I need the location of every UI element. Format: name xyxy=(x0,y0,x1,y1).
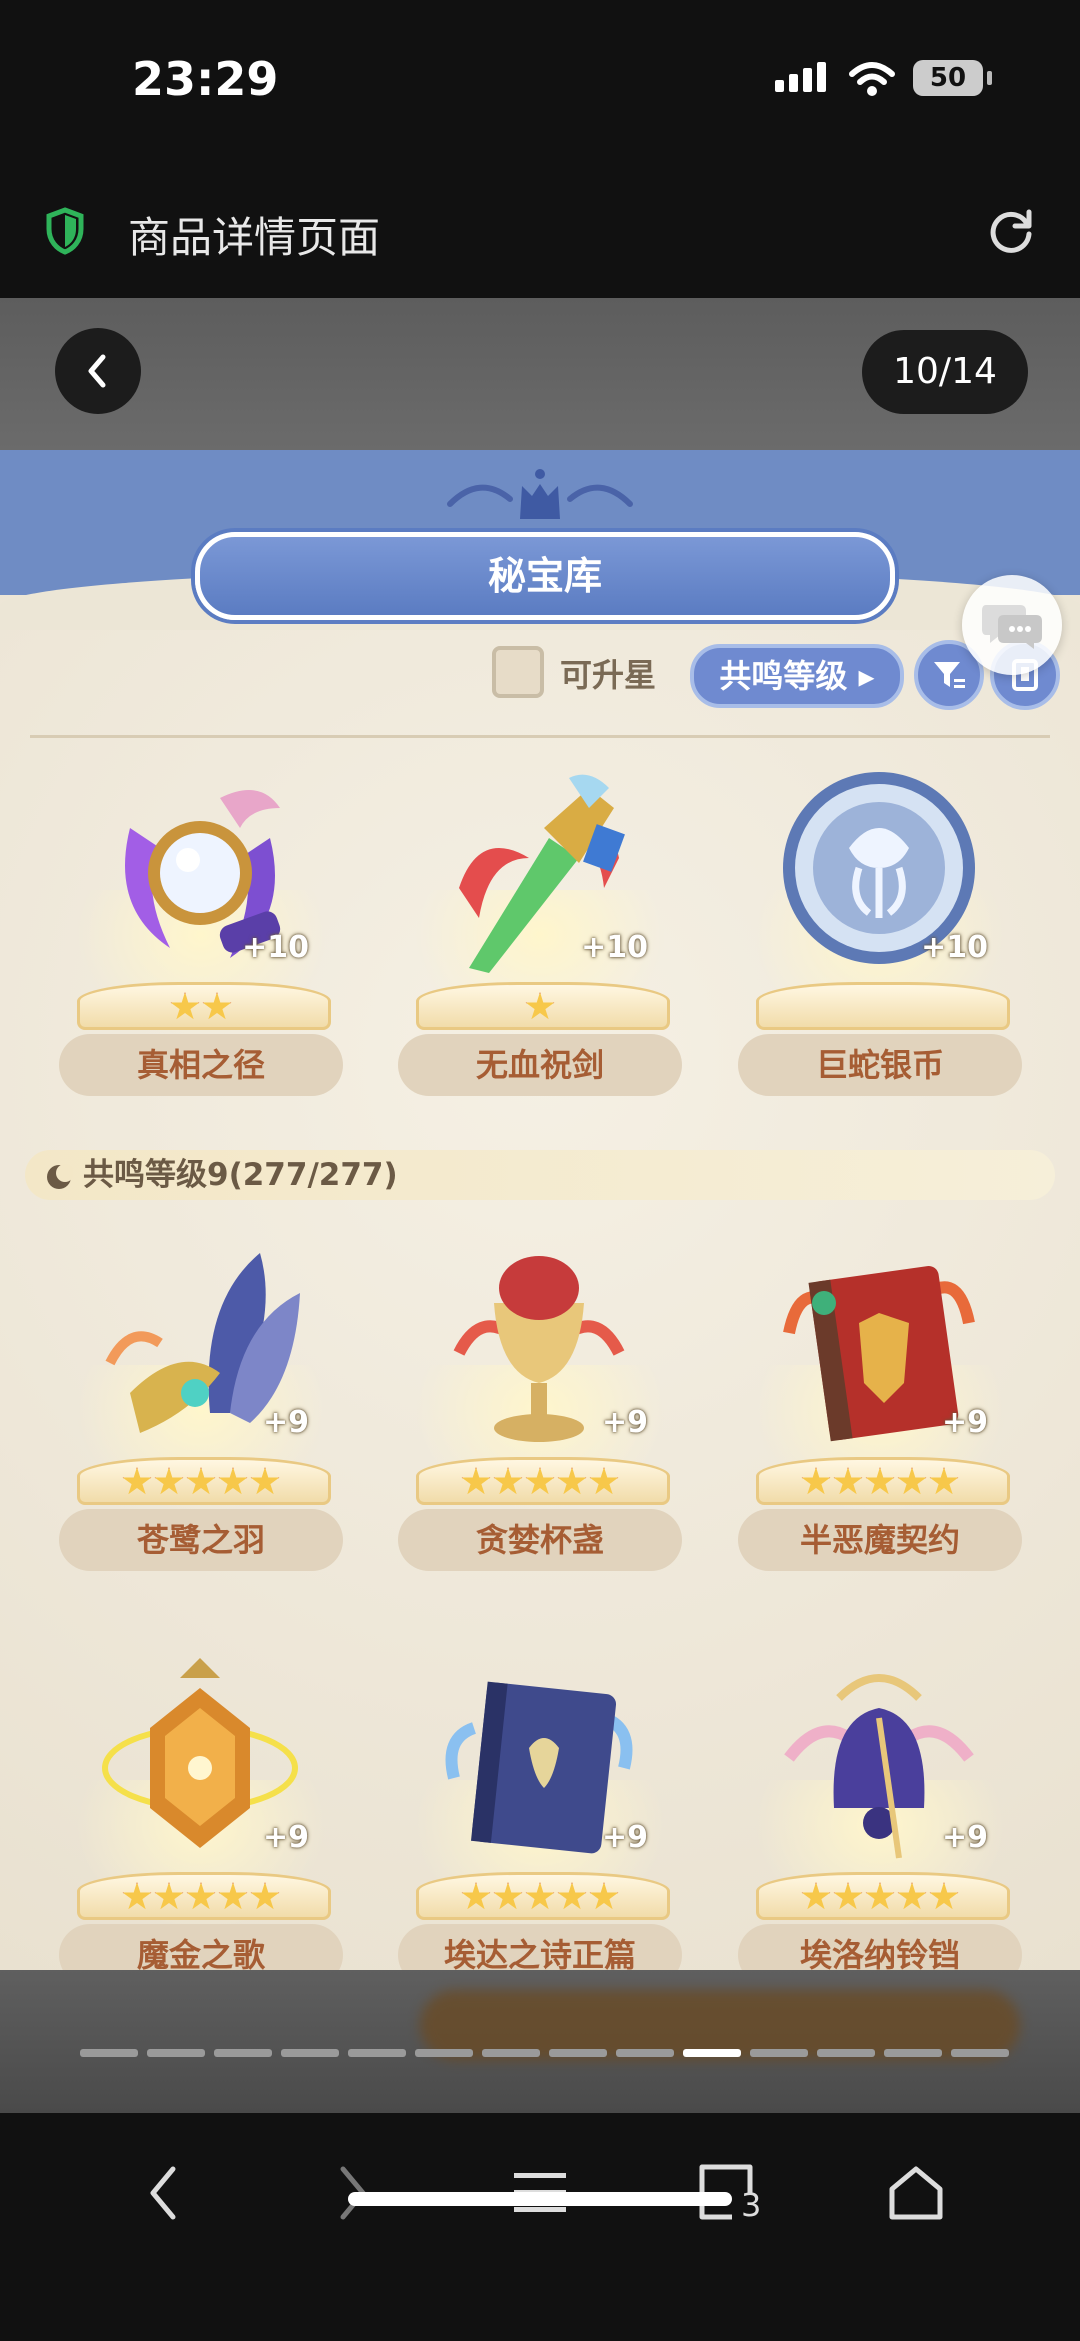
star-rating xyxy=(55,1467,347,1501)
relic-name: 真相之径 xyxy=(59,1034,343,1096)
page-dot[interactable] xyxy=(415,2049,473,2057)
nav-back-button[interactable] xyxy=(124,2153,204,2233)
page-dot[interactable] xyxy=(817,2049,875,2057)
star-rating xyxy=(55,992,347,1026)
star-rating xyxy=(394,992,686,1026)
star-rating xyxy=(734,1467,1026,1501)
star-rating xyxy=(734,1882,1026,1916)
status-bar: 23:29 50 xyxy=(0,0,1080,160)
vault-title: 秘宝库 xyxy=(195,532,895,620)
enhance-level: +9 xyxy=(941,1820,988,1855)
relic-name: 巨蛇银币 xyxy=(738,1034,1022,1096)
relic-card[interactable]: +10 真相之径 xyxy=(55,760,347,1120)
refresh-icon[interactable] xyxy=(985,204,1037,256)
cellular-signal-icon xyxy=(775,62,831,92)
relic-name: 埃达之诗正篇 xyxy=(398,1924,682,1970)
page-dot[interactable] xyxy=(951,2049,1009,2057)
page-dot[interactable] xyxy=(750,2049,808,2057)
relic-name: 无血祝剑 xyxy=(398,1034,682,1096)
enhance-level: +9 xyxy=(601,1820,648,1855)
page-dot[interactable] xyxy=(214,2049,272,2057)
page-dot[interactable] xyxy=(616,2049,674,2057)
page-dot[interactable] xyxy=(147,2049,205,2057)
enhance-level: +9 xyxy=(601,1405,648,1440)
sort-button[interactable]: 共鸣等级 ▸ xyxy=(690,644,904,708)
divider xyxy=(30,735,1050,738)
enhance-level: +10 xyxy=(921,930,988,965)
enhance-level: +9 xyxy=(262,1405,309,1440)
relic-card[interactable]: +9 半恶魔契约 xyxy=(734,1235,1026,1595)
tab-count: 3 xyxy=(741,2186,762,2224)
wifi-icon xyxy=(849,62,895,96)
page-dot[interactable] xyxy=(281,2049,339,2057)
relic-card[interactable]: +9 苍鹭之羽 xyxy=(55,1235,347,1595)
star-rating xyxy=(394,1467,686,1501)
game-screenshot: 秘宝库 可升星 共鸣等级 ▸ +10 真相之径 +10 无血祝剑 +10 巨蛇银… xyxy=(0,450,1080,1970)
caret-right-icon: ▸ xyxy=(858,657,875,695)
cat-crest-icon xyxy=(447,469,633,519)
enhance-level: +10 xyxy=(581,930,648,965)
page-dot[interactable] xyxy=(80,2049,138,2057)
chevron-left-icon xyxy=(150,2166,176,2220)
shield-icon xyxy=(46,207,84,255)
relic-name: 贪婪杯盏 xyxy=(398,1509,682,1571)
resonance-level-header: 共鸣等级9(277/277) xyxy=(25,1150,1055,1200)
chat-button[interactable] xyxy=(962,575,1062,675)
filter-icon xyxy=(934,662,965,688)
star-rating xyxy=(55,1882,347,1916)
enhance-level: +9 xyxy=(262,1820,309,1855)
image-viewer-footer xyxy=(0,1970,1080,2113)
crescent-icon xyxy=(47,1163,73,1189)
page-dot[interactable] xyxy=(884,2049,942,2057)
home-indicator[interactable] xyxy=(348,2192,732,2206)
browser-nav-bar: 3 xyxy=(0,2113,1080,2341)
browser-address-bar: 商品详情页面 xyxy=(0,160,1080,298)
enhance-level: +10 xyxy=(242,930,309,965)
page-dot-active[interactable] xyxy=(683,2049,741,2057)
relic-card[interactable]: +9 魔金之歌 xyxy=(55,1650,347,1970)
enhance-level: +9 xyxy=(941,1405,988,1440)
sort-label: 共鸣等级 xyxy=(719,657,848,695)
page-title: 商品详情页面 xyxy=(128,213,381,262)
relic-name: 魔金之歌 xyxy=(59,1924,343,1970)
battery-icon: 50 xyxy=(913,60,992,96)
relic-card[interactable]: +9 贪婪杯盏 xyxy=(394,1235,686,1595)
page-dot[interactable] xyxy=(348,2049,406,2057)
relic-card[interactable]: +10 无血祝剑 xyxy=(394,760,686,1120)
relic-name: 埃洛纳铃铛 xyxy=(738,1924,1022,1970)
home-icon xyxy=(889,2166,943,2220)
page-dot[interactable] xyxy=(549,2049,607,2057)
upgradable-checkbox[interactable] xyxy=(492,646,544,698)
page-dot[interactable] xyxy=(482,2049,540,2057)
chat-bubble-icon xyxy=(982,605,1042,649)
back-button[interactable] xyxy=(55,328,141,414)
status-time: 23:29 xyxy=(132,52,279,106)
star-rating xyxy=(394,1882,686,1916)
relic-card[interactable]: +9 埃洛纳铃铛 xyxy=(734,1650,1026,1970)
relic-card[interactable]: +9 埃达之诗正篇 xyxy=(394,1650,686,1970)
nav-home-button[interactable] xyxy=(876,2153,956,2233)
image-viewer-header: 10/14 xyxy=(0,298,1080,450)
page-indicator xyxy=(80,2042,1018,2061)
relic-card[interactable]: +10 巨蛇银币 xyxy=(734,760,1026,1120)
relic-name: 半恶魔契约 xyxy=(738,1509,1022,1571)
relic-name: 苍鹭之羽 xyxy=(59,1509,343,1571)
section-label: 共鸣等级9(277/277) xyxy=(83,1157,398,1193)
upgradable-label: 可升星 xyxy=(560,656,657,694)
image-counter: 10/14 xyxy=(862,330,1028,414)
chevron-left-icon xyxy=(88,354,106,388)
